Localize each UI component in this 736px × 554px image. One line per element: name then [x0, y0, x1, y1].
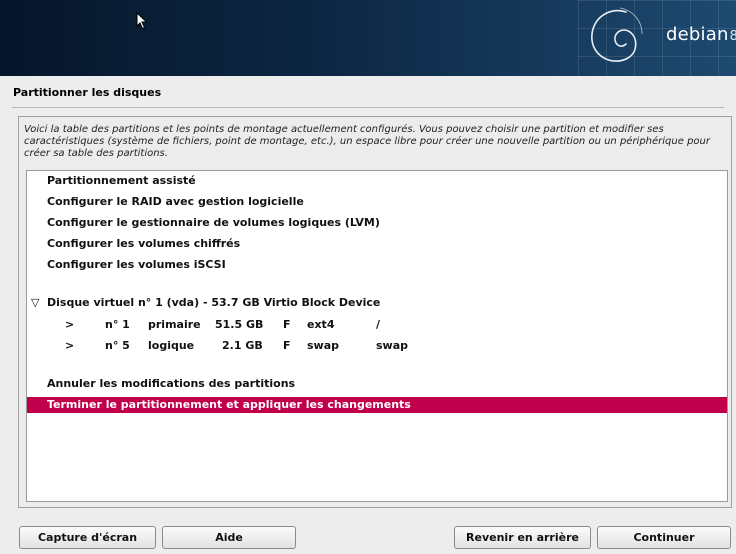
partition-fs: swap — [307, 339, 340, 352]
list-item-label: Configurer le RAID avec gestion logiciel… — [47, 195, 304, 208]
list-item-label: Configurer le gestionnaire de volumes lo… — [47, 216, 380, 229]
partition-type: logique — [148, 339, 195, 352]
back-button[interactable]: Revenir en arrière — [454, 526, 591, 549]
partition-flag: F — [283, 339, 291, 352]
disk-row[interactable]: ▽ Disque virtuel n° 1 (vda) - 53.7 GB Vi… — [27, 295, 727, 311]
debian-swirl-icon — [591, 7, 643, 62]
list-item-label: Partitionnement assisté — [47, 174, 196, 187]
list-item-label: Annuler les modifications des partitions — [47, 377, 296, 390]
installer-banner: debian8 — [0, 0, 736, 76]
list-item-finish-partitioning[interactable]: Terminer le partitionnement et appliquer… — [27, 397, 727, 413]
partition-list[interactable]: Partitionnement assisté Configurer le RA… — [26, 170, 728, 502]
partition-row[interactable]: > n° 5 logique 2.1 GB F swap swap — [27, 338, 727, 354]
partition-row[interactable]: > n° 1 primaire 51.5 GB F ext4 / — [27, 317, 727, 333]
debian-logo: debian8 — [666, 24, 736, 45]
page-description: Voici la table des partitions et les poi… — [24, 124, 710, 159]
partition-mount: / — [376, 318, 381, 331]
list-item-configure-encrypted[interactable]: Configurer les volumes chiffrés — [27, 236, 727, 252]
partition-mount: swap — [376, 339, 409, 352]
partition-number: n° 5 — [105, 339, 130, 352]
screenshot-button[interactable]: Capture d'écran — [19, 526, 156, 549]
list-item-label: Terminer le partitionnement et appliquer… — [47, 398, 411, 411]
page-title: Partitionner les disques — [13, 86, 162, 99]
help-button[interactable]: Aide — [162, 526, 296, 549]
mouse-cursor-icon — [136, 12, 148, 30]
disk-label: Disque virtuel n° 1 (vda) - 53.7 GB Virt… — [47, 296, 381, 309]
list-item-configure-lvm[interactable]: Configurer le gestionnaire de volumes lo… — [27, 215, 727, 231]
partition-flag: F — [283, 318, 291, 331]
list-item-label: Configurer les volumes chiffrés — [47, 237, 241, 250]
title-divider — [12, 107, 724, 108]
partition-arrow: > — [65, 318, 75, 331]
partition-size: 51.5 GB — [215, 318, 264, 331]
list-item-configure-iscsi[interactable]: Configurer les volumes iSCSI — [27, 257, 727, 273]
list-item-guided-partitioning[interactable]: Partitionnement assisté — [27, 173, 727, 189]
logo-text: debian — [666, 24, 729, 45]
list-item-configure-raid[interactable]: Configurer le RAID avec gestion logiciel… — [27, 194, 727, 210]
logo-version: 8 — [729, 29, 736, 44]
continue-button[interactable]: Continuer — [597, 526, 731, 549]
partition-number: n° 1 — [105, 318, 130, 331]
partition-type: primaire — [148, 318, 201, 331]
list-item-label: Configurer les volumes iSCSI — [47, 258, 226, 271]
partition-fs: ext4 — [307, 318, 335, 331]
partition-arrow: > — [65, 339, 75, 352]
expand-triangle-icon[interactable]: ▽ — [31, 295, 39, 311]
list-item-undo-changes[interactable]: Annuler les modifications des partitions — [27, 376, 727, 392]
partition-size: 2.1 GB — [222, 339, 263, 352]
